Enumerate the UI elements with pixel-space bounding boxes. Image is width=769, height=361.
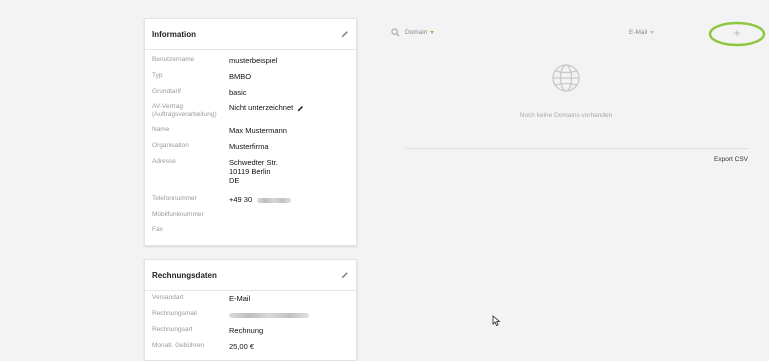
info-row-type: Typ BMBO [152, 72, 349, 81]
email-filter-label: E-Mail [629, 29, 648, 36]
label-username: Benutzername [152, 56, 195, 63]
label-monthly-fees: Monatl. Gebühren [152, 342, 205, 349]
billing-row-invoice-mail: Rechnungsmail [152, 310, 349, 319]
value-av-contract-wrap: Nicht unterzeichnet [229, 103, 304, 118]
label-av-contract: AV-Vertrag (Auftragsverarbeitung) [152, 103, 217, 118]
label-shipping: Versandart [152, 294, 184, 301]
value-shipping: E-Mail [229, 294, 251, 303]
highlight-circle [708, 21, 766, 47]
billing-row-monthly-fees: Monatl. Gebühren 25,00 € [152, 342, 349, 351]
empty-state-text: Noch keine Domains vorhanden [519, 112, 613, 119]
chevron-down-icon [430, 30, 435, 34]
edit-pencil-icon[interactable] [341, 30, 349, 38]
billing-row-shipping: Versandart E-Mail [152, 294, 349, 303]
domain-filter-dropdown[interactable]: Domain [405, 29, 435, 36]
info-row-mobile: Mobilfunknummer [152, 211, 349, 219]
export-csv-button[interactable]: Export CSV [714, 156, 748, 163]
information-card: Information Benutzername musterbeispiel … [144, 18, 357, 246]
billing-card: Rechnungsdaten Versandart E-Mail Rechnun… [144, 259, 357, 361]
label-type: Typ [152, 72, 163, 79]
divider [405, 148, 748, 149]
value-monthly-fees: 25,00 € [229, 342, 255, 351]
chevron-down-icon [650, 30, 655, 34]
info-row-tariff: Grundtarif basic [152, 88, 349, 97]
value-invoice-type: Rechnung [229, 326, 264, 335]
information-card-header: Information [145, 19, 356, 50]
info-row-av-contract: AV-Vertrag (Auftragsverarbeitung) Nicht … [152, 103, 349, 118]
label-name: Name [152, 126, 170, 133]
label-organisation: Organisation [152, 142, 189, 149]
label-tariff: Grundtarif [152, 88, 181, 95]
value-type: BMBO [229, 72, 252, 81]
mouse-cursor-icon [492, 315, 501, 326]
email-filter-dropdown[interactable]: E-Mail [629, 29, 655, 36]
value-organisation: Musterfirma [229, 142, 269, 151]
label-invoice-mail: Rechnungsmail [152, 310, 197, 317]
value-name: Max Mustermann [229, 126, 287, 135]
value-address: Schwedter Str. 10119 Berlin DE [229, 158, 278, 185]
label-invoice-type: Rechnungsart [152, 326, 193, 333]
billing-row-invoice-type: Rechnungsart Rechnung [152, 326, 349, 335]
billing-card-header: Rechnungsdaten [145, 260, 356, 291]
info-row-name: Name Max Mustermann [152, 126, 349, 135]
information-title: Information [152, 29, 196, 39]
globe-icon [552, 64, 580, 92]
edit-av-contract-icon[interactable] [297, 105, 304, 112]
label-fax: Fax [152, 226, 163, 233]
value-phone: +49 30 [229, 195, 253, 204]
info-row-username: Benutzername musterbeispiel [152, 56, 349, 65]
value-phone-wrap: +49 30 [229, 195, 292, 204]
info-row-fax: Fax [152, 226, 349, 234]
info-row-phone: Telefonnummer +49 30 [152, 195, 349, 204]
value-invoice-mail-wrap [229, 310, 309, 319]
search-icon[interactable] [391, 28, 400, 37]
edit-pencil-icon[interactable] [341, 271, 349, 279]
value-tariff: basic [229, 88, 247, 97]
label-mobile: Mobilfunknummer [152, 211, 204, 218]
label-address: Adresse [152, 158, 176, 165]
info-row-organisation: Organisation Musterfirma [152, 142, 349, 151]
value-av-contract: Nicht unterzeichnet [229, 103, 294, 112]
value-username: musterbeispiel [229, 56, 278, 65]
redacted-phone [257, 197, 292, 203]
redacted-invoice-mail [229, 312, 309, 318]
info-row-address: Adresse Schwedter Str. 10119 Berlin DE [152, 158, 349, 185]
billing-title: Rechnungsdaten [152, 270, 217, 280]
domain-filter-label: Domain [405, 29, 428, 36]
label-phone: Telefonnummer [152, 195, 197, 202]
